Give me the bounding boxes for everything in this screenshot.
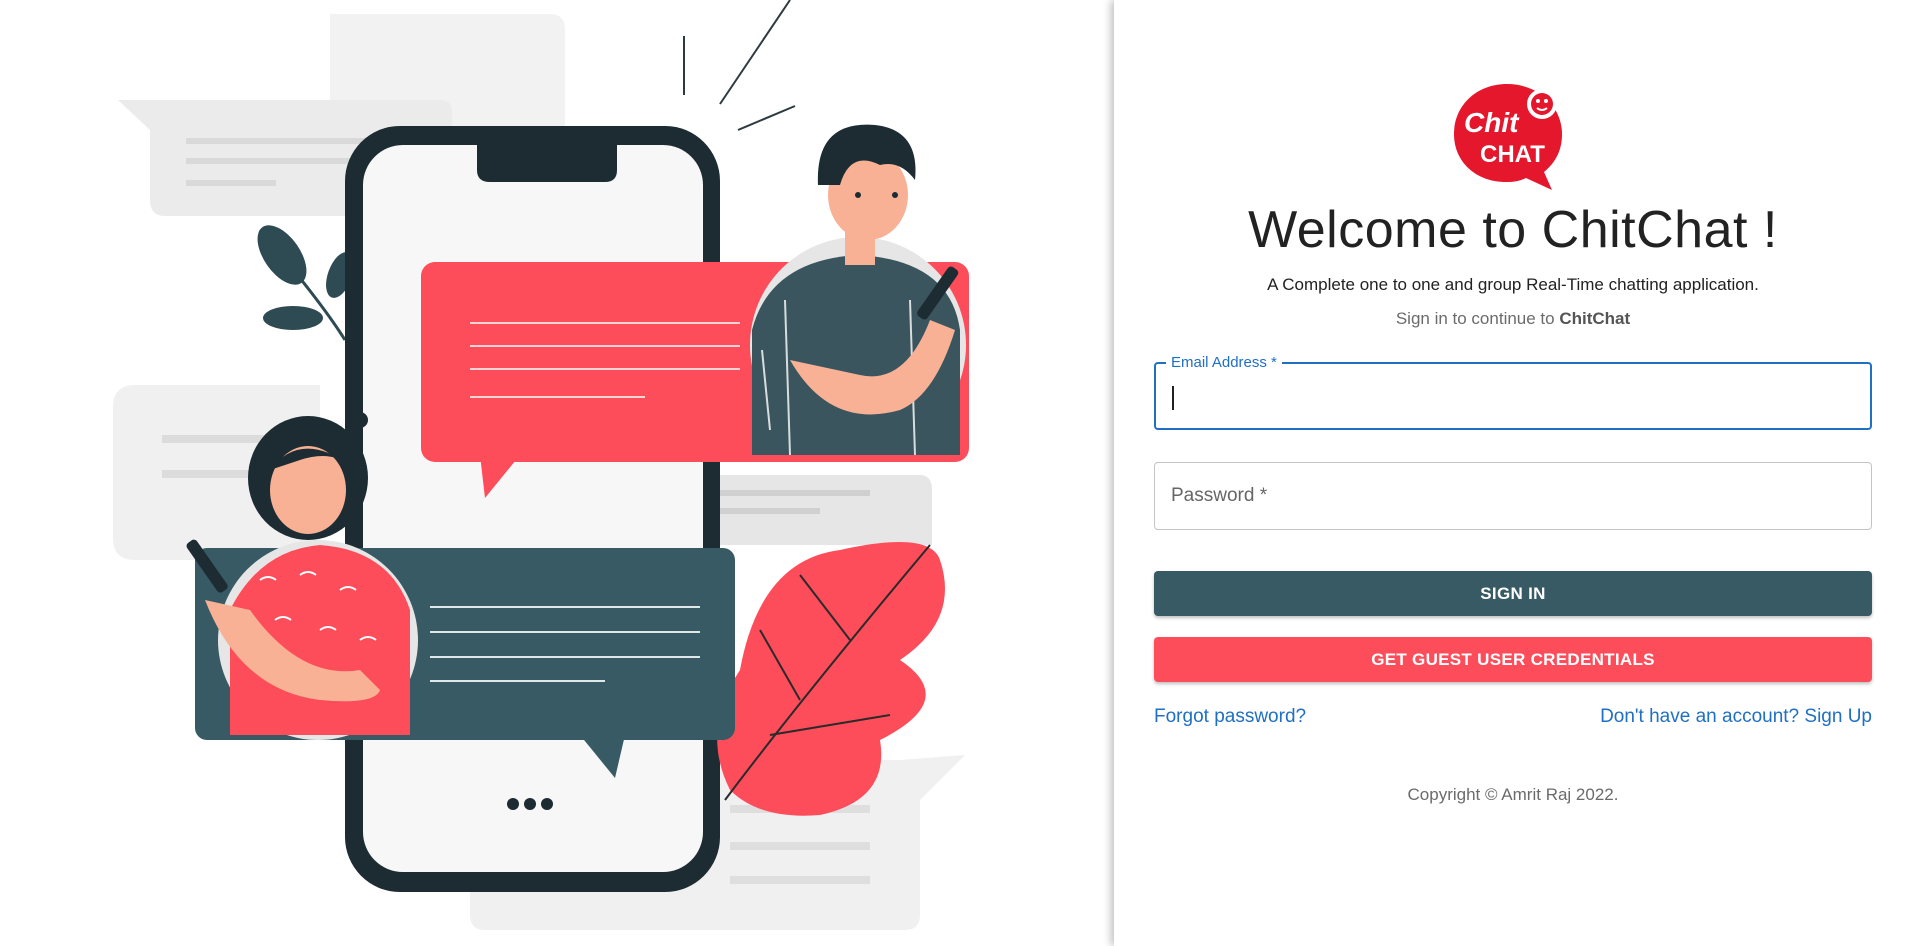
plant-icon: [257, 225, 354, 341]
signin-panel: Chit CHAT Welcome to ChitChat ! A Comple…: [1114, 0, 1912, 946]
chitchat-logo: Chit CHAT: [1452, 82, 1570, 192]
text-caret: [1172, 386, 1174, 410]
signin-brand: ChitChat: [1559, 309, 1631, 328]
signin-button[interactable]: SIGN IN: [1154, 571, 1872, 616]
password-field[interactable]: Password *: [1154, 462, 1872, 530]
phone-icon: [345, 126, 720, 892]
man-avatar: [750, 124, 966, 456]
signin-subtitle: Sign in to continue to ChitChat: [1114, 309, 1912, 329]
copyright-text: Copyright © Amrit Raj 2022.: [1407, 785, 1619, 804]
guest-credentials-button[interactable]: GET GUEST USER CREDENTIALS: [1154, 637, 1872, 682]
signin-prefix: Sign in to continue to: [1395, 309, 1560, 328]
email-field[interactable]: Email Address *: [1154, 354, 1872, 430]
page-title: Welcome to ChitChat !: [1248, 201, 1778, 259]
burst-lines: [683, 0, 796, 131]
logo-text-chit: Chit: [1464, 107, 1520, 138]
app-tagline: A Complete one to one and group Real-Tim…: [1267, 275, 1759, 294]
illustration-svg: [113, 0, 969, 930]
email-input[interactable]: [1172, 364, 1854, 428]
logo-text-chat: CHAT: [1480, 141, 1545, 168]
password-input[interactable]: [1171, 463, 1855, 529]
chat-illustration: [0, 0, 1114, 946]
signup-link[interactable]: Don't have an account? Sign Up: [1600, 706, 1872, 728]
forgot-password-link[interactable]: Forgot password?: [1154, 706, 1306, 728]
